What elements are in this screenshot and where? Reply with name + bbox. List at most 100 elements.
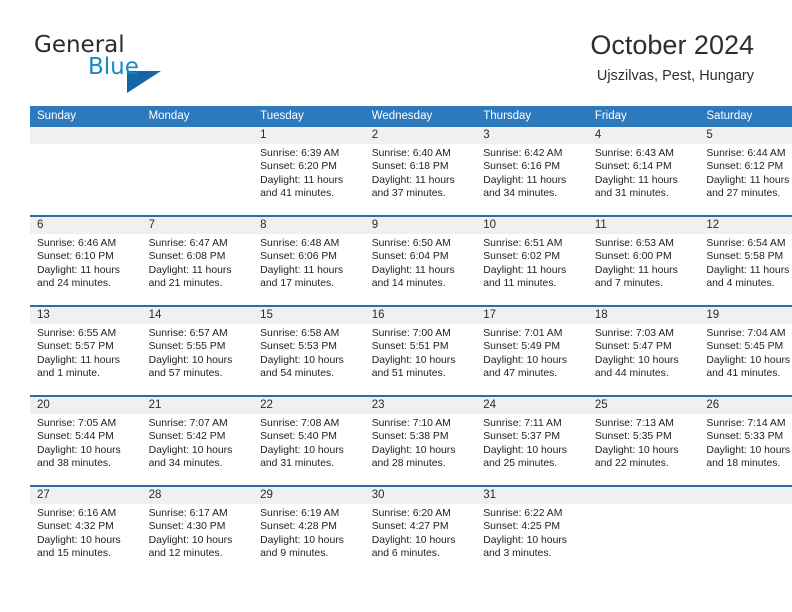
calendar-day-cell[interactable]: 22 Sunrise: 7:08 AM Sunset: 5:40 PM Dayligh… — [253, 395, 365, 486]
calendar-cell-inner — [587, 487, 700, 575]
calendar-day-cell[interactable]: 24 Sunrise: 7:11 AM Sunset: 5:37 PM Dayligh… — [476, 395, 588, 486]
calendar-cell-inner: 11 Sunrise: 6:53 AM Sunset: 6:00 PM Dayligh… — [587, 217, 700, 305]
calendar-day-cell[interactable]: 3 Sunrise: 6:42 AM Sunset: 6:16 PM Daylight… — [476, 127, 588, 216]
daylight-text-line2: and 11 minutes. — [483, 278, 557, 290]
calendar-week-row: 1 Sunrise: 6:39 AM Sunset: 6:20 PM Daylight… — [30, 127, 792, 216]
calendar-day-cell[interactable]: 17 Sunrise: 7:01 AM Sunset: 5:49 PM Dayligh… — [476, 305, 588, 396]
weekday-header-thursday: Thursday — [476, 106, 588, 127]
calendar-cell-inner — [30, 127, 142, 215]
daylight-text-line2: and 14 minutes. — [371, 278, 446, 290]
day-number: 23 — [364, 397, 477, 414]
calendar-day-cell[interactable]: 4 Sunrise: 6:43 AM Sunset: 6:14 PM Daylight… — [587, 127, 700, 216]
calendar-day-cell[interactable]: 23 Sunrise: 7:10 AM Sunset: 5:38 PM Dayligh… — [364, 395, 477, 486]
calendar-cell-inner: 22 Sunrise: 7:08 AM Sunset: 5:40 PM Dayligh… — [253, 397, 365, 485]
daylight-text-line1: Daylight: 10 hours — [148, 534, 233, 546]
calendar-day-cell[interactable]: 15 Sunrise: 6:58 AM Sunset: 5:53 PM Dayligh… — [253, 305, 365, 396]
daylight-text-line1: Daylight: 11 hours — [371, 174, 455, 186]
sunrise-text: Sunrise: 6:48 AM — [260, 238, 340, 249]
daylight-text-line1: Daylight: 11 hours — [37, 354, 120, 366]
day-details: Sunrise: 7:10 AM Sunset: 5:38 PM Daylight:… — [365, 414, 477, 471]
calendar-cell-inner — [141, 127, 254, 215]
daylight-text-line2: and 6 minutes. — [371, 548, 440, 560]
day-number: 20 — [30, 397, 142, 414]
sunset-text: Sunset: 4:27 PM — [371, 521, 449, 533]
day-number: 30 — [364, 487, 477, 504]
sunrise-text: Sunrise: 6:44 AM — [706, 148, 786, 159]
calendar-day-cell[interactable]: 9 Sunrise: 6:50 AM Sunset: 6:04 PM Daylight… — [364, 215, 477, 306]
day-details: Sunrise: 6:44 AM Sunset: 6:12 PM Daylight:… — [699, 144, 792, 201]
calendar-day-cell[interactable]: 20 Sunrise: 7:05 AM Sunset: 5:44 PM Dayligh… — [30, 395, 142, 486]
calendar-cell-inner: 10 Sunrise: 6:51 AM Sunset: 6:02 PM Dayligh… — [476, 217, 588, 305]
calendar-day-cell[interactable]: 18 Sunrise: 7:03 AM Sunset: 5:47 PM Dayligh… — [587, 305, 700, 396]
calendar-day-cell[interactable]: 25 Sunrise: 7:13 AM Sunset: 5:35 PM Dayligh… — [587, 395, 700, 486]
sunrise-text: Sunrise: 6:19 AM — [260, 508, 340, 519]
daylight-text-line2: and 22 minutes. — [594, 458, 669, 470]
sunset-text: Sunset: 6:16 PM — [483, 161, 561, 173]
calendar-day-cell[interactable]: 2 Sunrise: 6:40 AM Sunset: 6:18 PM Daylight… — [364, 127, 477, 216]
sunset-text: Sunset: 5:49 PM — [483, 341, 561, 353]
sunset-text: Sunset: 6:02 PM — [483, 251, 561, 263]
calendar-week-row: 20 Sunrise: 7:05 AM Sunset: 5:44 PM Dayligh… — [30, 395, 792, 486]
calendar-day-cell[interactable]: 10 Sunrise: 6:51 AM Sunset: 6:02 PM Dayligh… — [476, 215, 588, 306]
calendar-cell-inner: 2 Sunrise: 6:40 AM Sunset: 6:18 PM Daylight… — [364, 127, 477, 215]
daylight-text-line1: Daylight: 11 hours — [706, 174, 790, 186]
sunset-text: Sunset: 6:18 PM — [371, 161, 449, 173]
daylight-text-line1: Daylight: 10 hours — [594, 354, 679, 366]
daylight-text-line1: Daylight: 10 hours — [148, 444, 233, 456]
daylight-text-line2: and 25 minutes. — [483, 458, 558, 470]
calendar-day-cell[interactable]: 16 Sunrise: 7:00 AM Sunset: 5:51 PM Dayligh… — [364, 305, 477, 396]
calendar-day-cell[interactable]: 8 Sunrise: 6:48 AM Sunset: 6:06 PM Daylight… — [253, 215, 365, 306]
daylight-text-line2: and 34 minutes. — [148, 458, 223, 470]
daylight-text-line2: and 47 minutes. — [483, 368, 558, 380]
calendar-day-cell[interactable]: 7 Sunrise: 6:47 AM Sunset: 6:08 PM Daylight… — [141, 215, 254, 306]
calendar-day-cell[interactable]: 5 Sunrise: 6:44 AM Sunset: 6:12 PM Daylight… — [699, 127, 792, 216]
daylight-text-line1: Daylight: 10 hours — [371, 354, 456, 366]
calendar-day-cell[interactable]: 1 Sunrise: 6:39 AM Sunset: 6:20 PM Daylight… — [253, 127, 365, 216]
day-number: 16 — [364, 307, 477, 324]
weekday-header-saturday: Saturday — [699, 106, 792, 127]
sunrise-text: Sunrise: 7:01 AM — [483, 328, 563, 339]
daylight-text-line2: and 21 minutes. — [148, 278, 223, 290]
calendar-day-cell[interactable]: 29 Sunrise: 6:19 AM Sunset: 4:28 PM Dayligh… — [253, 485, 365, 575]
calendar-day-cell[interactable]: 26 Sunrise: 7:14 AM Sunset: 5:33 PM Dayligh… — [699, 395, 792, 486]
day-number: 18 — [587, 307, 700, 324]
calendar-day-cell[interactable]: 31 Sunrise: 6:22 AM Sunset: 4:25 PM Dayligh… — [476, 485, 588, 575]
weekday-header-friday: Friday — [587, 106, 700, 127]
general-blue-logo[interactable]: General Blue — [34, 32, 264, 93]
daylight-text-line1: Daylight: 11 hours — [148, 264, 232, 276]
sunrise-text: Sunrise: 7:08 AM — [260, 418, 340, 429]
day-number — [699, 487, 792, 504]
calendar-day-cell[interactable]: 30 Sunrise: 6:20 AM Sunset: 4:27 PM Dayligh… — [364, 485, 477, 575]
day-number: 11 — [587, 217, 700, 234]
calendar-day-cell[interactable]: 21 Sunrise: 7:07 AM Sunset: 5:42 PM Dayligh… — [141, 395, 254, 486]
calendar-day-cell[interactable]: 11 Sunrise: 6:53 AM Sunset: 6:00 PM Dayligh… — [587, 215, 700, 306]
title-block: October 2024 Ujszilvas, Pest, Hungary — [590, 28, 754, 86]
calendar-cell-inner: 23 Sunrise: 7:10 AM Sunset: 5:38 PM Dayligh… — [364, 397, 477, 485]
calendar-day-cell[interactable]: 13 Sunrise: 6:55 AM Sunset: 5:57 PM Dayligh… — [30, 305, 142, 396]
sunrise-text: Sunrise: 7:05 AM — [37, 418, 117, 429]
calendar-day-cell[interactable]: 14 Sunrise: 6:57 AM Sunset: 5:55 PM Dayligh… — [141, 305, 254, 396]
day-details: Sunrise: 6:42 AM Sunset: 6:16 PM Daylight:… — [476, 144, 588, 201]
calendar-day-cell[interactable]: 28 Sunrise: 6:17 AM Sunset: 4:30 PM Dayligh… — [141, 485, 254, 575]
calendar-cell-inner: 14 Sunrise: 6:57 AM Sunset: 5:55 PM Dayligh… — [141, 307, 254, 395]
calendar-header-row: Sunday Monday Tuesday Wednesday Thursday… — [30, 106, 792, 127]
calendar-day-cell[interactable]: 12 Sunrise: 6:54 AM Sunset: 5:58 PM Dayligh… — [699, 215, 792, 306]
calendar-body: 1 Sunrise: 6:39 AM Sunset: 6:20 PM Daylight… — [30, 127, 792, 575]
calendar-day-cell[interactable]: 19 Sunrise: 7:04 AM Sunset: 5:45 PM Dayligh… — [699, 305, 792, 396]
page-title: October 2024 — [590, 30, 754, 60]
day-details: Sunrise: 6:43 AM Sunset: 6:14 PM Daylight:… — [588, 144, 700, 201]
sunset-text: Sunset: 6:12 PM — [706, 161, 784, 173]
daylight-text-line2: and 9 minutes. — [260, 548, 329, 560]
daylight-text-line1: Daylight: 10 hours — [706, 354, 791, 366]
calendar-cell-inner: 28 Sunrise: 6:17 AM Sunset: 4:30 PM Dayligh… — [141, 487, 254, 575]
day-number: 2 — [364, 127, 477, 144]
calendar-day-cell[interactable]: 27 Sunrise: 6:16 AM Sunset: 4:32 PM Dayligh… — [30, 485, 142, 575]
calendar-day-cell[interactable]: 6 Sunrise: 6:46 AM Sunset: 6:10 PM Daylight… — [30, 215, 142, 306]
daylight-text-line2: and 41 minutes. — [260, 188, 335, 200]
sunset-text: Sunset: 4:28 PM — [260, 521, 337, 533]
day-details — [30, 144, 142, 147]
sunrise-text: Sunrise: 7:03 AM — [594, 328, 674, 339]
calendar-cell-inner: 13 Sunrise: 6:55 AM Sunset: 5:57 PM Dayligh… — [30, 307, 142, 395]
day-number: 26 — [699, 397, 792, 414]
daylight-text-line1: Daylight: 10 hours — [483, 534, 567, 546]
